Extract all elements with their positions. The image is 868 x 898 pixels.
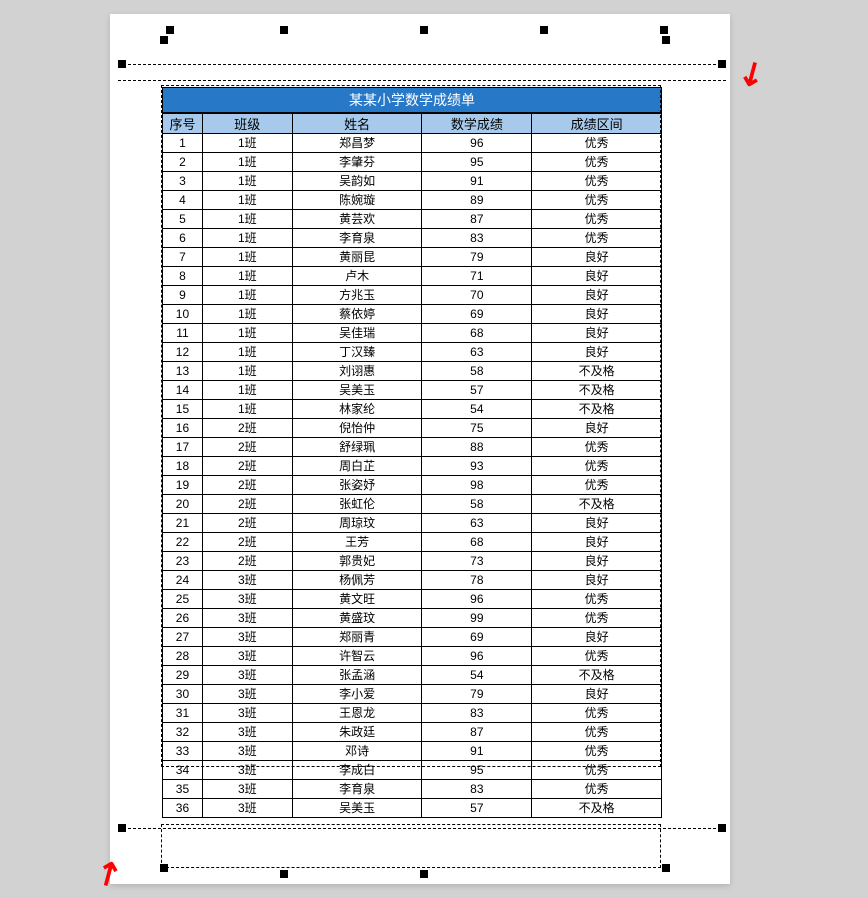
selection-box-main[interactable]	[161, 85, 661, 767]
cell-band: 优秀	[532, 780, 662, 799]
handle-icon[interactable]	[280, 870, 288, 878]
handle-icon[interactable]	[160, 864, 168, 872]
table-row: 353班李育泉83优秀	[163, 780, 662, 799]
handle-icon[interactable]	[420, 26, 428, 34]
cell-band: 不及格	[532, 799, 662, 818]
cell-name: 李育泉	[292, 780, 422, 799]
cell-name: 吴美玉	[292, 799, 422, 818]
handle-icon[interactable]	[166, 26, 174, 34]
selection-guide-top2	[118, 80, 726, 81]
cell-class: 3班	[202, 780, 292, 799]
selection-box-footer[interactable]	[161, 824, 661, 868]
handle-icon[interactable]	[718, 60, 726, 68]
cell-class: 3班	[202, 799, 292, 818]
handle-icon[interactable]	[160, 36, 168, 44]
annotation-arrow-icon: ↙	[730, 50, 772, 96]
handle-icon[interactable]	[420, 870, 428, 878]
selection-guide-top	[118, 64, 726, 65]
handle-icon[interactable]	[662, 864, 670, 872]
handle-icon[interactable]	[662, 36, 670, 44]
cell-score: 83	[422, 780, 532, 799]
handle-icon[interactable]	[280, 26, 288, 34]
cell-no: 35	[163, 780, 203, 799]
handle-icon[interactable]	[660, 26, 668, 34]
handle-icon[interactable]	[118, 60, 126, 68]
cell-no: 36	[163, 799, 203, 818]
table-row: 363班吴美玉57不及格	[163, 799, 662, 818]
cell-score: 57	[422, 799, 532, 818]
handle-icon[interactable]	[118, 824, 126, 832]
handle-icon[interactable]	[718, 824, 726, 832]
handle-icon[interactable]	[540, 26, 548, 34]
